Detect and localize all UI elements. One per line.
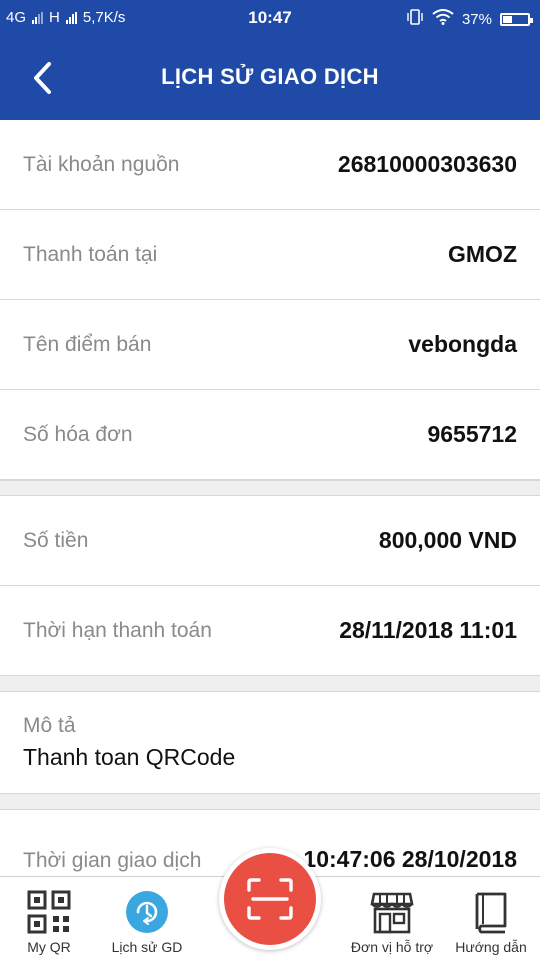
nav-history[interactable]: Lịch sử GD bbox=[106, 877, 188, 961]
status-right: 37% bbox=[406, 9, 533, 29]
scan-icon bbox=[247, 878, 293, 920]
source-account-row: Tài khoản nguồn 26810000303630 bbox=[0, 120, 540, 210]
nav-guide[interactable]: Hướng dẫn bbox=[448, 877, 534, 961]
nav-history-label: Lịch sử GD bbox=[111, 939, 183, 955]
scan-qr-button[interactable] bbox=[219, 848, 321, 950]
page-title: LỊCH SỬ GIAO DỊCH bbox=[161, 64, 379, 89]
battery-fill bbox=[503, 15, 512, 23]
invoice-row: Số hóa đơn 9655712 bbox=[0, 390, 540, 480]
section-divider bbox=[0, 794, 540, 810]
description-value: Thanh toan QRCode bbox=[23, 744, 236, 770]
nav-support[interactable]: Đơn vị hỗ trợ bbox=[344, 877, 440, 961]
section-divider bbox=[0, 676, 540, 692]
deadline-value: 28/11/2018 11:01 bbox=[339, 617, 517, 643]
nav-my-qr[interactable]: My QR bbox=[14, 877, 84, 961]
nav-guide-label: Hướng dẫn bbox=[455, 939, 527, 955]
pay-at-label: Thanh toán tại bbox=[23, 242, 158, 266]
qr-code-icon bbox=[27, 890, 71, 934]
status-bar: 4G H 5,7K/s 10:47 37% bbox=[0, 0, 540, 36]
nav-my-qr-label: My QR bbox=[27, 939, 71, 955]
app-bar: LỊCH SỬ GIAO DỊCH bbox=[0, 36, 540, 120]
store-icon bbox=[370, 892, 414, 934]
amount-value: 800,000 VND bbox=[378, 527, 517, 553]
transaction-details: Tài khoản nguồn 26810000303630 Thanh toá… bbox=[0, 120, 540, 880]
source-account-value: 26810000303630 bbox=[337, 151, 517, 177]
battery-icon bbox=[500, 12, 533, 26]
invoice-value: 9655712 bbox=[427, 421, 517, 447]
invoice-label: Số hóa đơn bbox=[23, 422, 133, 446]
battery-percent: 37% bbox=[461, 10, 492, 28]
merchant-label: Tên điểm bán bbox=[23, 332, 152, 356]
amount-label: Số tiền bbox=[23, 528, 89, 552]
description-label: Mô tả bbox=[23, 714, 76, 737]
pay-at-value: GMOZ bbox=[448, 241, 517, 267]
wifi-icon bbox=[432, 9, 454, 29]
tx-time-label: Thời gian giao dịch bbox=[23, 849, 202, 872]
vibrate-icon bbox=[406, 9, 424, 29]
deadline-row: Thời hạn thanh toán 28/11/2018 11:01 bbox=[0, 586, 540, 676]
pay-at-row: Thanh toán tại GMOZ bbox=[0, 210, 540, 300]
tx-time-value: 10:47:06 28/10/2018 bbox=[303, 846, 517, 872]
source-account-label: Tài khoản nguồn bbox=[23, 152, 180, 176]
merchant-value: vebongda bbox=[408, 331, 517, 357]
description-block: Mô tả Thanh toan QRCode bbox=[0, 692, 540, 794]
merchant-row: Tên điểm bán vebongda bbox=[0, 300, 540, 390]
deadline-label: Thời hạn thanh toán bbox=[23, 618, 212, 642]
section-divider bbox=[0, 480, 540, 496]
nav-support-label: Đơn vị hỗ trợ bbox=[350, 939, 434, 955]
amount-row: Số tiền 800,000 VND bbox=[0, 496, 540, 586]
book-icon bbox=[475, 892, 507, 934]
history-icon bbox=[126, 891, 168, 933]
